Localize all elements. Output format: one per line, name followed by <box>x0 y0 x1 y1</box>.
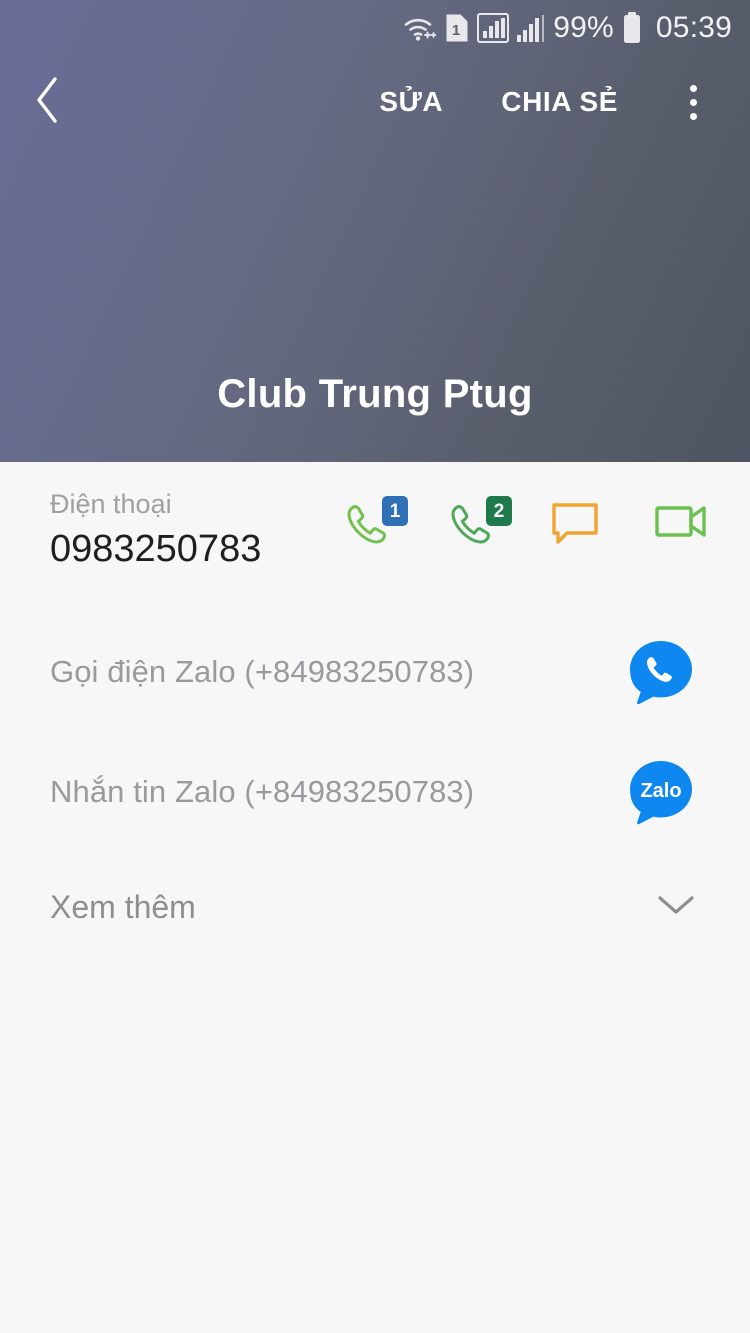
zalo-brand-text: Zalo <box>640 780 681 802</box>
zalo-call-icon[interactable] <box>626 637 696 707</box>
more-vertical-icon <box>689 84 697 120</box>
call-sim1-button[interactable]: 1 <box>342 496 408 554</box>
sim-card-indicator-icon: 1 <box>445 13 469 43</box>
svg-text:1: 1 <box>452 22 460 39</box>
contact-name-title: Club Trung Ptug <box>217 372 533 416</box>
battery-percent-label: 99% <box>553 11 614 44</box>
phone-handset-icon <box>446 504 496 554</box>
back-chevron-icon <box>33 75 63 130</box>
phone-type-label: Điện thoại <box>50 489 172 519</box>
contact-detail-screen: 1 99% 05:39 SỬA CHIA SẺ Club Trung Ptug … <box>0 0 750 1333</box>
zalo-message-icon[interactable]: Zalo <box>626 757 696 827</box>
send-message-button[interactable] <box>550 500 606 552</box>
back-button[interactable] <box>0 56 96 148</box>
phone-row: Điện thoại 0983250783 1 2 <box>0 462 750 612</box>
message-bubble-icon <box>550 503 600 550</box>
battery-full-icon <box>622 12 642 44</box>
phone-info[interactable]: Điện thoại 0983250783 <box>50 486 342 576</box>
chevron-down-icon[interactable] <box>656 892 696 923</box>
see-more-label: Xem thêm <box>50 888 196 925</box>
see-more-row[interactable]: Xem thêm <box>0 852 750 962</box>
edit-button[interactable]: SỬA <box>369 86 453 118</box>
contact-header: 1 99% 05:39 SỬA CHIA SẺ Club Trung Ptug <box>0 0 750 462</box>
video-camera-icon <box>654 506 710 546</box>
overflow-menu-button[interactable] <box>658 56 728 148</box>
contact-details-body: Điện thoại 0983250783 1 2 Gọi điện Zalo … <box>0 462 750 1333</box>
signal-bars-icon <box>517 13 545 43</box>
call-sim2-button[interactable]: 2 <box>446 496 512 554</box>
wifi-icon <box>403 14 437 42</box>
phone-number-value: 0983250783 <box>50 528 262 571</box>
signal-bars-boxed-icon <box>477 12 510 44</box>
zalo-call-row[interactable]: Gọi điện Zalo (+84983250783) <box>0 612 750 732</box>
zalo-message-label: Nhắn tin Zalo (+84983250783) <box>50 774 475 809</box>
zalo-call-label: Gọi điện Zalo (+84983250783) <box>50 654 475 689</box>
phone-handset-icon <box>342 504 392 554</box>
zalo-message-row[interactable]: Nhắn tin Zalo (+84983250783) Zalo <box>0 732 750 852</box>
sim1-badge: 1 <box>382 496 408 526</box>
clock-label: 05:39 <box>655 11 732 44</box>
app-toolbar: SỬA CHIA SẺ <box>0 56 750 148</box>
sim2-badge: 2 <box>486 496 512 526</box>
video-call-button[interactable] <box>654 500 710 552</box>
status-bar: 1 99% 05:39 <box>0 0 750 56</box>
phone-action-buttons: 1 2 <box>342 486 726 552</box>
share-button[interactable]: CHIA SẺ <box>491 86 628 118</box>
